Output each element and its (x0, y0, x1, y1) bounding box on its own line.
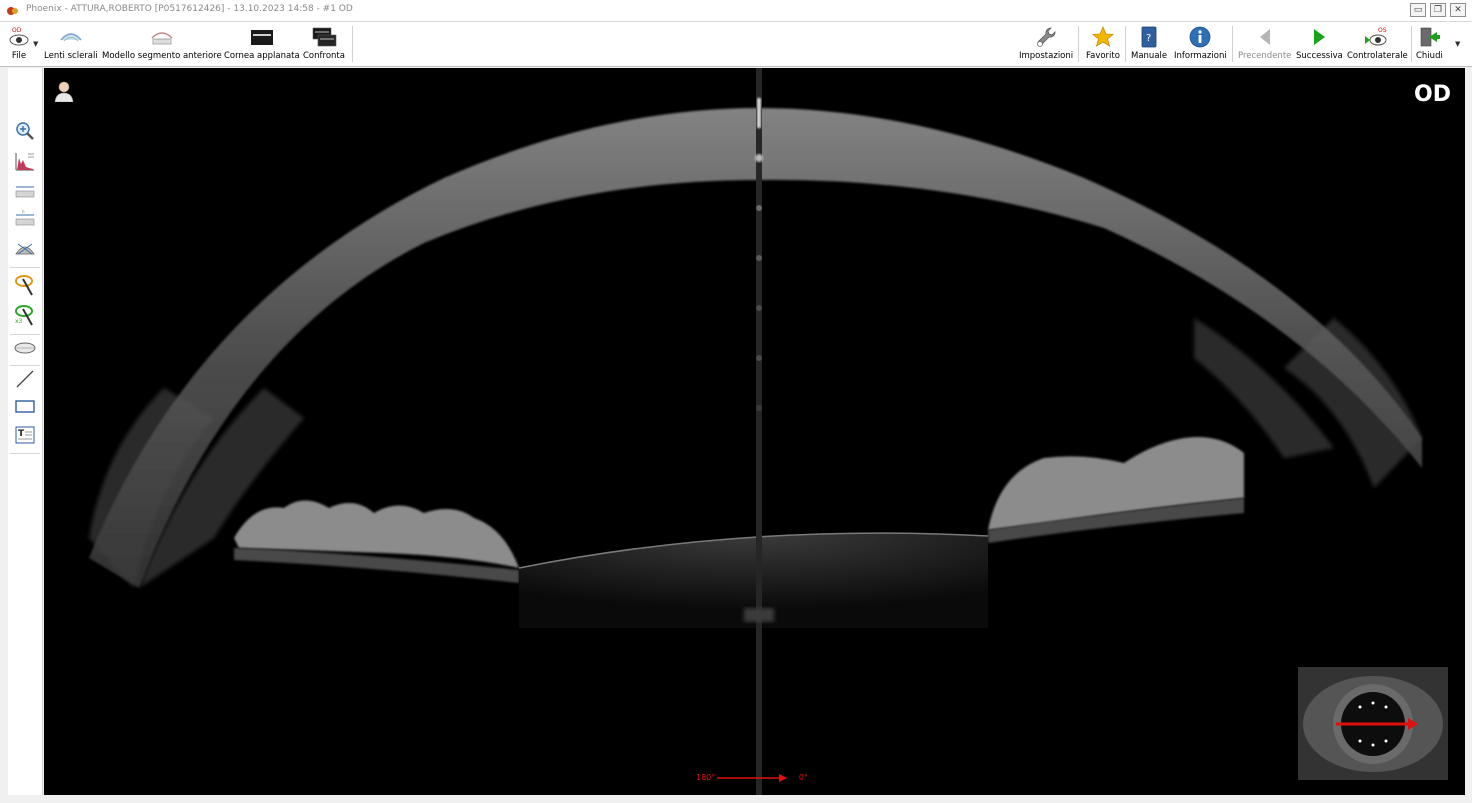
cornea-applanata-button[interactable]: Cornea applanata (224, 24, 300, 64)
toolbar-separator (1411, 26, 1412, 62)
zoom-in-icon (16, 122, 34, 140)
svg-text:T: T (18, 429, 25, 439)
manual-icon: ? (1141, 26, 1157, 48)
svg-text:OS: OS (1378, 27, 1387, 34)
eye-side-label: OD (1414, 82, 1451, 107)
arrow-left-icon (1259, 29, 1270, 45)
title-bar: Phoenix - ATTURA,ROBERTO [P0517612426] -… (0, 0, 1472, 22)
toolbar-separator (1232, 26, 1233, 62)
od-eye-icon: OD (9, 27, 29, 46)
confronta-button[interactable]: Confronta (303, 24, 345, 64)
favorito-button[interactable]: Favorito (1086, 24, 1120, 64)
axis-end-label: 0° (798, 773, 808, 782)
window-title: Phoenix - ATTURA,ROBERTO [P0517612426] -… (26, 4, 353, 14)
favorito-label: Favorito (1086, 51, 1120, 61)
angle-tool[interactable] (13, 235, 37, 259)
line-icon (16, 370, 34, 388)
chiudi-dropdown-icon[interactable]: ▼ (1455, 40, 1460, 48)
wrench-icon (1037, 27, 1056, 47)
toolbar-separator (1078, 26, 1079, 62)
manuale-label: Manuale (1131, 51, 1168, 61)
oct-scan-viewer[interactable]: OD 180° 0° (44, 68, 1465, 795)
svg-text:n: n (22, 209, 25, 214)
thickness-icon: n (15, 209, 35, 226)
informazioni-label: Informazioni (1174, 51, 1227, 61)
patient-icon[interactable] (54, 80, 74, 102)
thickness-tool[interactable]: n (13, 206, 37, 230)
precendente-label: Precendente (1238, 51, 1292, 61)
histogram-tool[interactable] (13, 149, 37, 173)
controlaterale-button[interactable]: OS Controlaterale (1347, 24, 1408, 64)
zoom-tool[interactable] (13, 119, 37, 143)
eye-overview-image (1298, 667, 1448, 780)
svg-text:OD: OD (12, 27, 22, 34)
text-tool[interactable]: T (13, 423, 37, 447)
tools-panel: n x3 T (8, 68, 43, 795)
close-icon[interactable]: ✕ (1450, 3, 1466, 17)
modello-segmento-button[interactable]: Modello segmento anteriore (102, 24, 222, 64)
lens-tool[interactable] (13, 336, 37, 360)
tools-separator (10, 267, 40, 268)
toolbar-separator (1125, 26, 1126, 62)
star-icon (1091, 25, 1115, 47)
restore-icon[interactable]: ❐ (1430, 3, 1446, 17)
eye-overview-thumbnail[interactable] (1298, 667, 1448, 780)
svg-text:?: ? (1146, 33, 1151, 44)
informazioni-button[interactable]: Informazioni (1174, 24, 1227, 64)
tools-separator (10, 453, 40, 454)
axis-start-label: 180° (696, 773, 716, 782)
info-icon (1189, 26, 1211, 48)
caliper-icon (15, 186, 35, 198)
scleral-lens-icon (60, 33, 82, 42)
oct-scan-image (44, 68, 1465, 795)
lenti-sclerali-button[interactable]: Lenti sclerali (44, 24, 98, 64)
auto-measure-x3-tool[interactable]: x3 (13, 303, 37, 327)
histogram-icon (15, 153, 34, 171)
lens-outline-icon (14, 342, 36, 354)
os-eye-icon: OS (1365, 27, 1387, 46)
tools-separator (10, 365, 40, 366)
file-label: File (11, 51, 27, 61)
toolbar-separator (352, 26, 353, 62)
chiudi-label: Chiudi (1416, 51, 1443, 61)
red-arrow-icon (717, 774, 787, 782)
file-dropdown-icon[interactable]: ▼ (33, 40, 38, 48)
main-toolbar: OD File ▼ Lenti sclerali Modello segment… (0, 22, 1472, 67)
line-tool[interactable] (13, 367, 37, 391)
magic-wand-orange-icon (15, 275, 33, 296)
controlaterale-label: Controlaterale (1347, 51, 1408, 61)
impostazioni-button[interactable]: Impostazioni (1019, 24, 1073, 64)
chiudi-button[interactable]: Chiudi (1416, 24, 1443, 64)
flat-cornea-icon (250, 30, 273, 45)
tools-separator (10, 334, 40, 335)
rectangle-tool[interactable] (13, 394, 37, 418)
angle-arc-icon (15, 243, 35, 255)
compare-icon (312, 27, 337, 47)
manuale-button[interactable]: ? Manuale (1131, 24, 1167, 64)
caliper-tool[interactable] (13, 178, 37, 202)
text-box-icon: T (15, 426, 35, 444)
precendente-button[interactable]: Precendente (1238, 24, 1291, 64)
rectangle-icon (15, 400, 35, 413)
cornea-applanata-label: Cornea applanata (224, 51, 300, 61)
magic-wand-green-icon: x3 (15, 305, 33, 326)
file-button[interactable]: OD File (6, 24, 32, 64)
exit-door-icon (1421, 27, 1441, 47)
impostazioni-label: Impostazioni (1019, 51, 1074, 61)
minimize-icon[interactable]: ▭ (1410, 3, 1426, 17)
confronta-label: Confronta (303, 51, 345, 61)
svg-text:x3: x3 (15, 318, 23, 325)
scan-direction-indicator: 180° 0° (696, 771, 808, 785)
modello-segmento-label: Modello segmento anteriore (102, 51, 222, 61)
arrow-right-icon (1314, 29, 1326, 45)
auto-measure-tool[interactable] (13, 273, 37, 297)
successiva-label: Successiva (1296, 51, 1343, 61)
anterior-segment-icon (151, 32, 173, 45)
successiva-button[interactable]: Successiva (1296, 24, 1343, 64)
phoenix-app-icon (7, 7, 18, 15)
lenti-sclerali-label: Lenti sclerali (44, 51, 98, 61)
window-controls: ▭ ❐ ✕ (1410, 3, 1466, 17)
